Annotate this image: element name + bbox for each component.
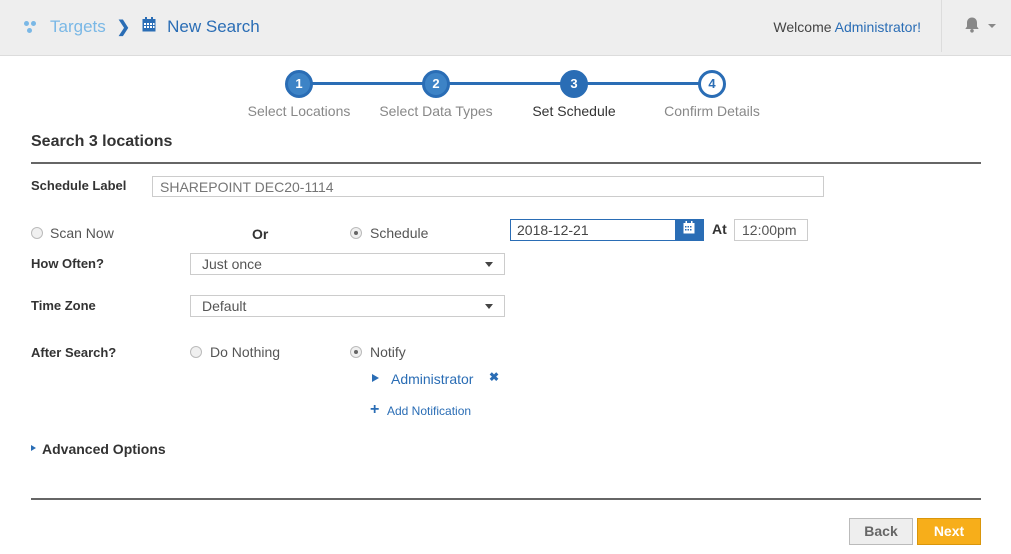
dropdown-caret-icon <box>485 262 493 267</box>
step-number: 3 <box>560 70 588 98</box>
schedule-radio[interactable] <box>350 227 362 239</box>
schedule-date-value[interactable]: 2018-12-21 <box>511 220 675 240</box>
do-nothing-radio[interactable] <box>190 346 202 358</box>
notifications-dropdown-caret-icon[interactable] <box>988 24 996 28</box>
breadcrumb-targets-link[interactable]: Targets <box>50 17 106 37</box>
next-button[interactable]: Next <box>917 518 981 545</box>
notify-radio[interactable] <box>350 346 362 358</box>
bell-icon[interactable] <box>964 16 980 38</box>
topbar-divider <box>941 0 942 52</box>
scan-now-label: Scan Now <box>50 225 114 241</box>
footer-divider <box>31 498 981 500</box>
advanced-options-toggle[interactable]: Advanced Options <box>42 441 166 457</box>
how-often-label: How Often? <box>31 256 104 271</box>
chevron-right-icon: ❯ <box>116 19 131 36</box>
schedule-time-input[interactable]: 12:00pm <box>734 219 808 241</box>
after-search-label: After Search? <box>31 345 117 360</box>
step-number: 4 <box>698 70 726 98</box>
notify-label: Notify <box>370 344 406 360</box>
section-title: Search 3 locations <box>31 133 173 150</box>
breadcrumb: Targets ❯ New Search <box>24 17 260 37</box>
top-bar: Targets ❯ New Search Welcome Administrat… <box>0 0 1011 56</box>
expand-advanced-icon[interactable] <box>31 445 36 451</box>
step-number: 1 <box>285 70 313 98</box>
step-label: Set Schedule <box>532 103 616 119</box>
targets-icon <box>24 19 40 35</box>
how-often-select[interactable]: Just once <box>190 253 505 275</box>
step-select-locations[interactable]: 1 Select Locations <box>229 70 369 119</box>
schedule-label-label: Schedule Label <box>31 178 127 193</box>
welcome-message: Welcome Administrator! <box>773 19 921 35</box>
section-divider <box>31 162 981 164</box>
or-label: Or <box>252 226 269 242</box>
dropdown-caret-icon <box>485 304 493 309</box>
back-button[interactable]: Back <box>849 518 913 545</box>
schedule-label-input[interactable] <box>152 176 824 197</box>
scan-now-radio[interactable] <box>31 227 43 239</box>
user-name-link[interactable]: Administrator! <box>835 19 921 35</box>
close-icon[interactable]: ✖ <box>489 370 499 384</box>
step-number: 2 <box>422 70 450 98</box>
step-set-schedule[interactable]: 3 Set Schedule <box>504 70 644 119</box>
plus-icon[interactable]: + <box>370 402 379 418</box>
expand-recipient-icon[interactable] <box>372 374 379 382</box>
date-picker-button[interactable] <box>675 220 703 240</box>
step-label: Select Locations <box>247 103 351 119</box>
step-select-data-types[interactable]: 2 Select Data Types <box>366 70 506 119</box>
welcome-prefix: Welcome <box>773 19 835 35</box>
time-zone-value: Default <box>202 298 247 314</box>
add-notification-link[interactable]: Add Notification <box>387 404 471 418</box>
step-label: Select Data Types <box>379 103 493 119</box>
calendar-icon <box>683 221 695 239</box>
wizard-stepper: 1 Select Locations 2 Select Data Types 3… <box>0 68 1011 119</box>
at-label: At <box>712 221 727 237</box>
step-label: Confirm Details <box>664 103 760 119</box>
step-confirm-details[interactable]: 4 Confirm Details <box>642 70 782 119</box>
calendar-icon <box>142 17 156 37</box>
time-zone-select[interactable]: Default <box>190 295 505 317</box>
schedule-date-field[interactable]: 2018-12-21 <box>510 219 704 241</box>
recipient-administrator-link[interactable]: Administrator <box>391 371 473 387</box>
how-often-value: Just once <box>202 256 262 272</box>
do-nothing-label: Do Nothing <box>210 344 281 360</box>
breadcrumb-current: New Search <box>167 17 260 36</box>
schedule-option-label: Schedule <box>370 225 429 241</box>
time-zone-label: Time Zone <box>31 298 96 313</box>
